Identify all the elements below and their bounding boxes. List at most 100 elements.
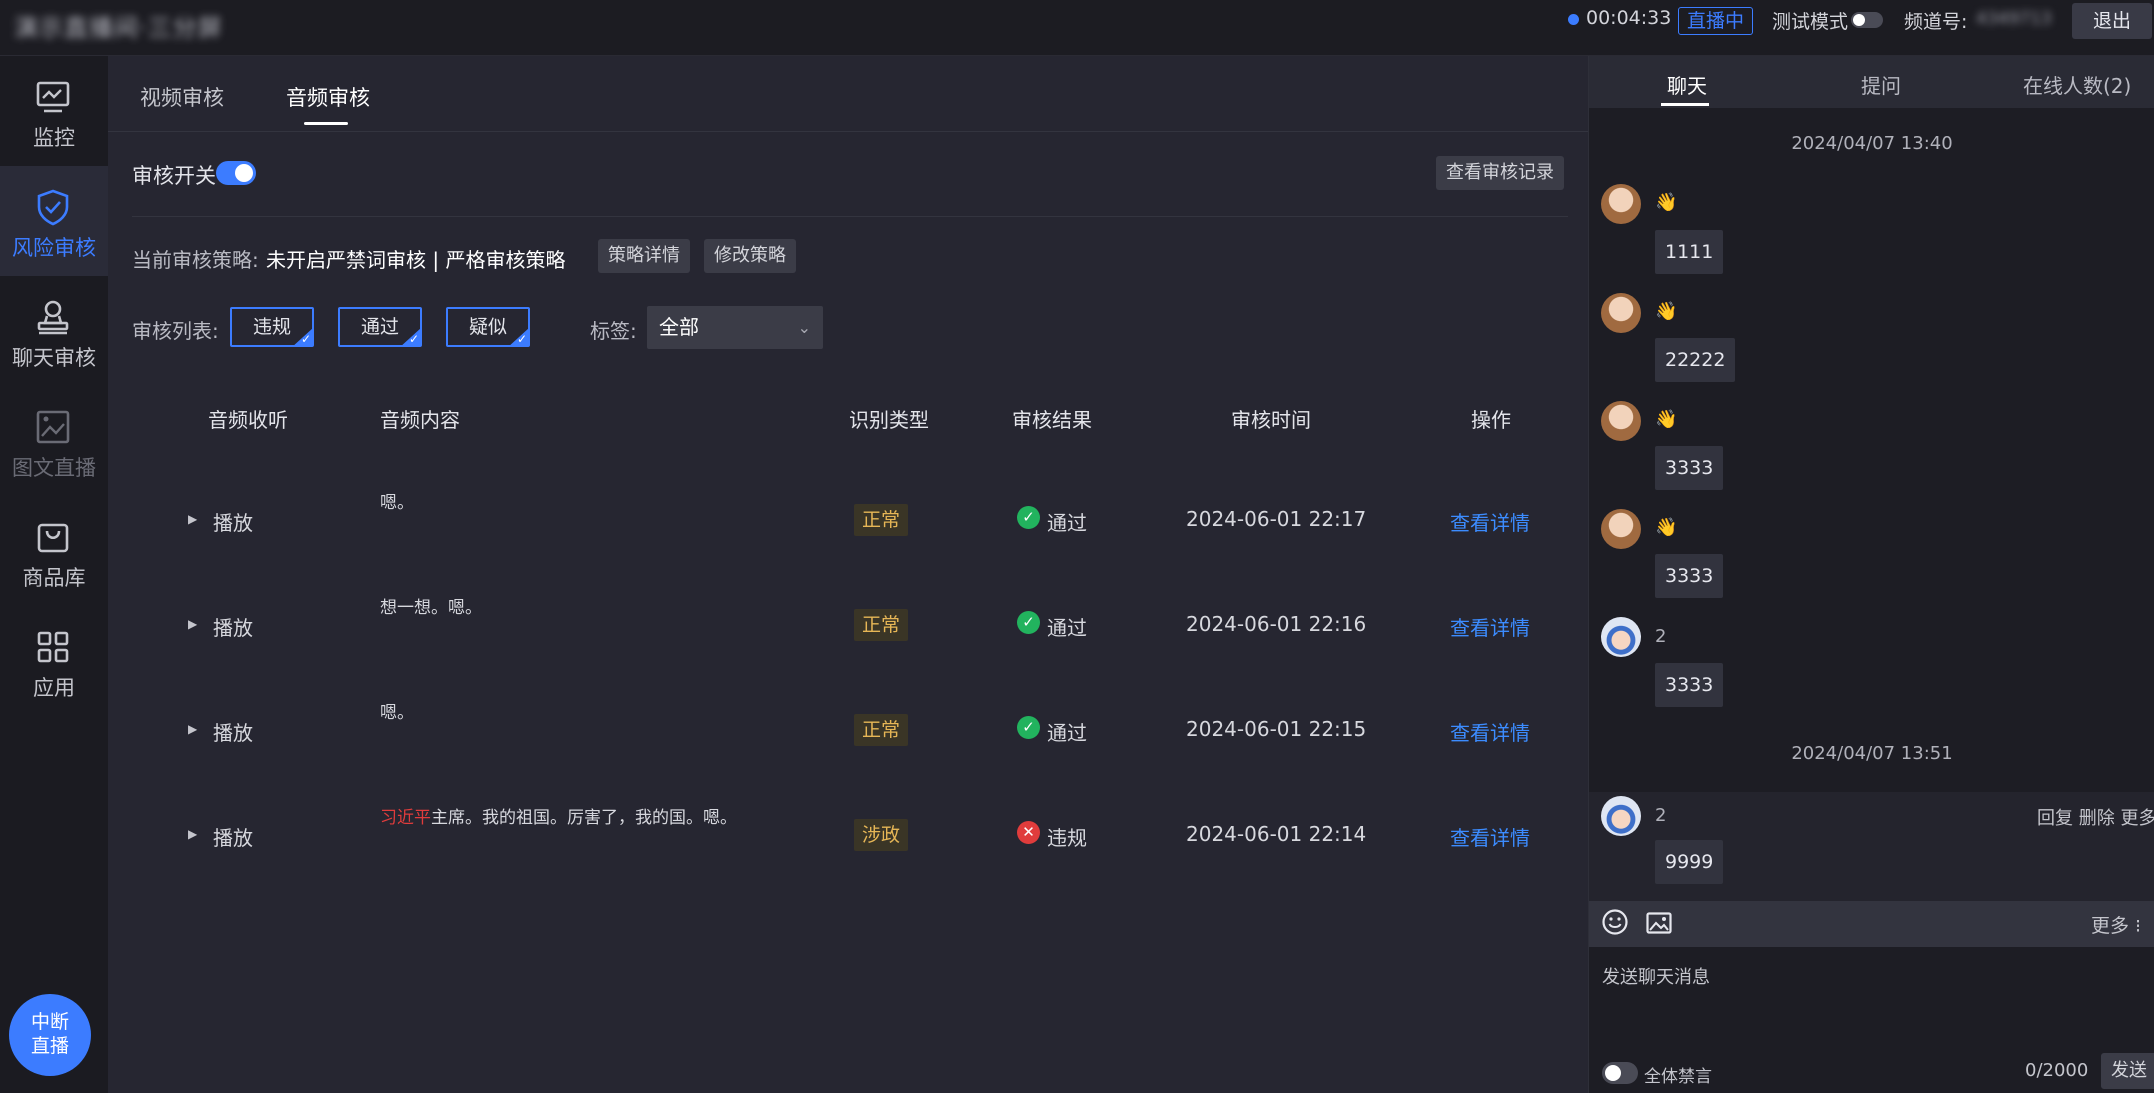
live-status-badge: 直播中 xyxy=(1678,7,1754,35)
girl-avatar xyxy=(1601,184,1641,224)
sidebar-item-monitor[interactable]: 监控 xyxy=(0,56,108,166)
user-stamp-icon xyxy=(37,300,69,335)
filter-pass-checkbox[interactable]: 通过 xyxy=(338,307,422,347)
chat-timestamp: 2024/04/07 13:51 xyxy=(1791,743,1953,764)
policy-detail-button[interactable]: 策略详情 xyxy=(598,239,690,273)
review-result: 违规 xyxy=(1047,826,1087,850)
audio-content: 嗯。 xyxy=(380,488,414,513)
app-title: 演示直播间·三分屏 xyxy=(14,14,223,42)
review-time: 2024-06-01 22:15 xyxy=(1186,717,1367,741)
check-circle-icon: ✓ xyxy=(1017,611,1040,634)
review-switch-label: 审核开关 xyxy=(132,164,216,188)
tag-filter-label: 标签: xyxy=(590,319,637,343)
toolbar-more-button[interactable]: 更多 ⁝ xyxy=(2091,911,2141,938)
x-circle-icon: ✕ xyxy=(1017,821,1040,844)
column-header-recognition-type: 识别类型 xyxy=(849,408,929,432)
chat-message: 3333 xyxy=(1655,446,1724,490)
sidebar-item-label: 图文直播 xyxy=(12,456,96,480)
policy-label: 当前审核策略: xyxy=(132,248,259,272)
edit-policy-button[interactable]: 修改策略 xyxy=(704,239,796,273)
logout-button[interactable]: 退出 xyxy=(2072,3,2152,39)
check-circle-icon: ✓ xyxy=(1017,506,1040,529)
live-dot-icon xyxy=(1568,14,1579,25)
sidebar-item-product-library[interactable]: 商品库 xyxy=(0,496,108,606)
recognition-type-tag: 涉政 xyxy=(854,819,909,851)
top-bar: 演示直播间·三分屏 00:04:33 直播中 测试模式 频道号: 4349713… xyxy=(0,0,2154,56)
chat-input-placeholder: 发送聊天消息 xyxy=(1602,967,1710,988)
tab-chat[interactable]: 聊天 xyxy=(1667,70,1707,99)
sidebar: 监控 风险审核 聊天审核 图文直播 商品库 应用 xyxy=(0,56,108,1093)
sender-name: 👋 xyxy=(1655,192,1678,213)
table-row: ▶ 播放 习近平主席。我的祖国。厉害了，我的国。嗯。 涉政 ✕ 违规 2024-… xyxy=(108,787,1588,892)
table-row: ▶ 播放 嗯。 正常 ✓ 通过 2024-06-01 22:15 查看详情 xyxy=(108,682,1588,787)
channel-number: 4349713 xyxy=(1976,9,2052,29)
message-actions[interactable]: 回复 删除 更多 xyxy=(2037,804,2154,830)
sidebar-item-risk-review[interactable]: 风险审核 xyxy=(0,166,108,276)
play-triangle-icon[interactable]: ▶ xyxy=(188,827,197,841)
review-result: 通过 xyxy=(1047,616,1087,640)
sender-name: 👋 xyxy=(1655,517,1678,538)
view-detail-link[interactable]: 查看详情 xyxy=(1450,612,1530,641)
review-time: 2024-06-01 22:16 xyxy=(1186,612,1367,636)
emoji-icon[interactable] xyxy=(1601,908,1629,936)
stop-live-line2: 直播 xyxy=(30,1035,69,1057)
girl-avatar xyxy=(1601,509,1641,549)
play-button[interactable]: 播放 xyxy=(213,822,253,851)
test-mode-toggle[interactable] xyxy=(1851,12,1883,28)
tag-select-value: 全部 xyxy=(659,315,699,339)
chat-panel: 聊天 提问 在线人数(2) 2024/04/07 13:40 👋 1111 👋 … xyxy=(1588,56,2154,1093)
recognition-type-tag: 正常 xyxy=(854,714,909,746)
check-circle-icon: ✓ xyxy=(1017,716,1040,739)
audio-content-text: 想一想。嗯。 xyxy=(380,598,482,618)
filter-violation-checkbox[interactable]: 违规 xyxy=(230,307,314,347)
tab-video-review[interactable]: 视频审核 xyxy=(140,82,224,112)
play-triangle-icon[interactable]: ▶ xyxy=(188,722,197,736)
column-header-action: 操作 xyxy=(1471,408,1511,432)
play-triangle-icon[interactable]: ▶ xyxy=(188,512,197,526)
audio-content-text: 主席。我的祖国。厉害了，我的国。嗯。 xyxy=(431,808,737,828)
apps-grid-icon xyxy=(37,631,69,663)
view-review-log-button[interactable]: 查看审核记录 xyxy=(1436,156,1564,190)
stop-live-button[interactable]: 中断 直播 xyxy=(9,994,91,1076)
tab-online-users[interactable]: 在线人数(2) xyxy=(2023,70,2131,99)
column-header-review-time: 审核时间 xyxy=(1231,408,1311,432)
tab-audio-review[interactable]: 音频审核 xyxy=(286,82,370,112)
chat-input-area[interactable]: 发送聊天消息 全体禁言 0/2000 发送 xyxy=(1589,947,2154,1093)
play-button[interactable]: 播放 xyxy=(213,717,253,746)
view-detail-link[interactable]: 查看详情 xyxy=(1450,717,1530,746)
play-triangle-icon[interactable]: ▶ xyxy=(188,617,197,631)
chevron-down-icon: ⌄ xyxy=(797,318,811,337)
chat-message: 1111 xyxy=(1655,230,1724,274)
column-header-audio-listen: 音频收听 xyxy=(208,408,288,432)
tab-questions[interactable]: 提问 xyxy=(1861,70,1901,99)
policy-value: 未开启严禁词审核 | 严格审核策略 xyxy=(266,248,566,272)
send-button[interactable]: 发送 xyxy=(2101,1053,2154,1089)
sidebar-item-apps[interactable]: 应用 xyxy=(0,606,108,716)
sidebar-item-chat-review[interactable]: 聊天审核 xyxy=(0,276,108,386)
active-chat-tab-indicator xyxy=(1661,103,1709,106)
tag-select[interactable]: 全部 ⌄ xyxy=(647,306,823,349)
review-list-label: 审核列表: xyxy=(132,319,219,343)
filter-suspect-checkbox[interactable]: 疑似 xyxy=(446,307,530,347)
play-button[interactable]: 播放 xyxy=(213,507,253,536)
recognition-type-tag: 正常 xyxy=(854,609,909,641)
mute-all-toggle[interactable] xyxy=(1602,1062,1638,1084)
chat-timestamp: 2024/04/07 13:40 xyxy=(1791,133,1953,154)
review-result: 通过 xyxy=(1047,511,1087,535)
stop-live-line1: 中断 xyxy=(30,1011,69,1033)
sidebar-item-image-text-live[interactable]: 图文直播 xyxy=(0,386,108,496)
chat-toolbar: 更多 ⁝ xyxy=(1589,901,2154,947)
image-icon[interactable] xyxy=(1645,909,1673,937)
review-switch-toggle[interactable] xyxy=(216,161,256,185)
sidebar-item-label: 风险审核 xyxy=(12,236,96,260)
view-detail-link[interactable]: 查看详情 xyxy=(1450,822,1530,851)
play-button[interactable]: 播放 xyxy=(213,612,253,641)
chat-message: 22222 xyxy=(1655,338,1736,382)
image-text-icon xyxy=(36,410,70,444)
sender-name: 2 xyxy=(1655,805,1667,826)
channel-label: 频道号: xyxy=(1904,11,1968,33)
sidebar-item-label: 商品库 xyxy=(22,566,86,590)
review-tabs: 视频审核 音频审核 xyxy=(108,56,1588,132)
view-detail-link[interactable]: 查看详情 xyxy=(1450,507,1530,536)
chat-message: 3333 xyxy=(1655,663,1724,707)
